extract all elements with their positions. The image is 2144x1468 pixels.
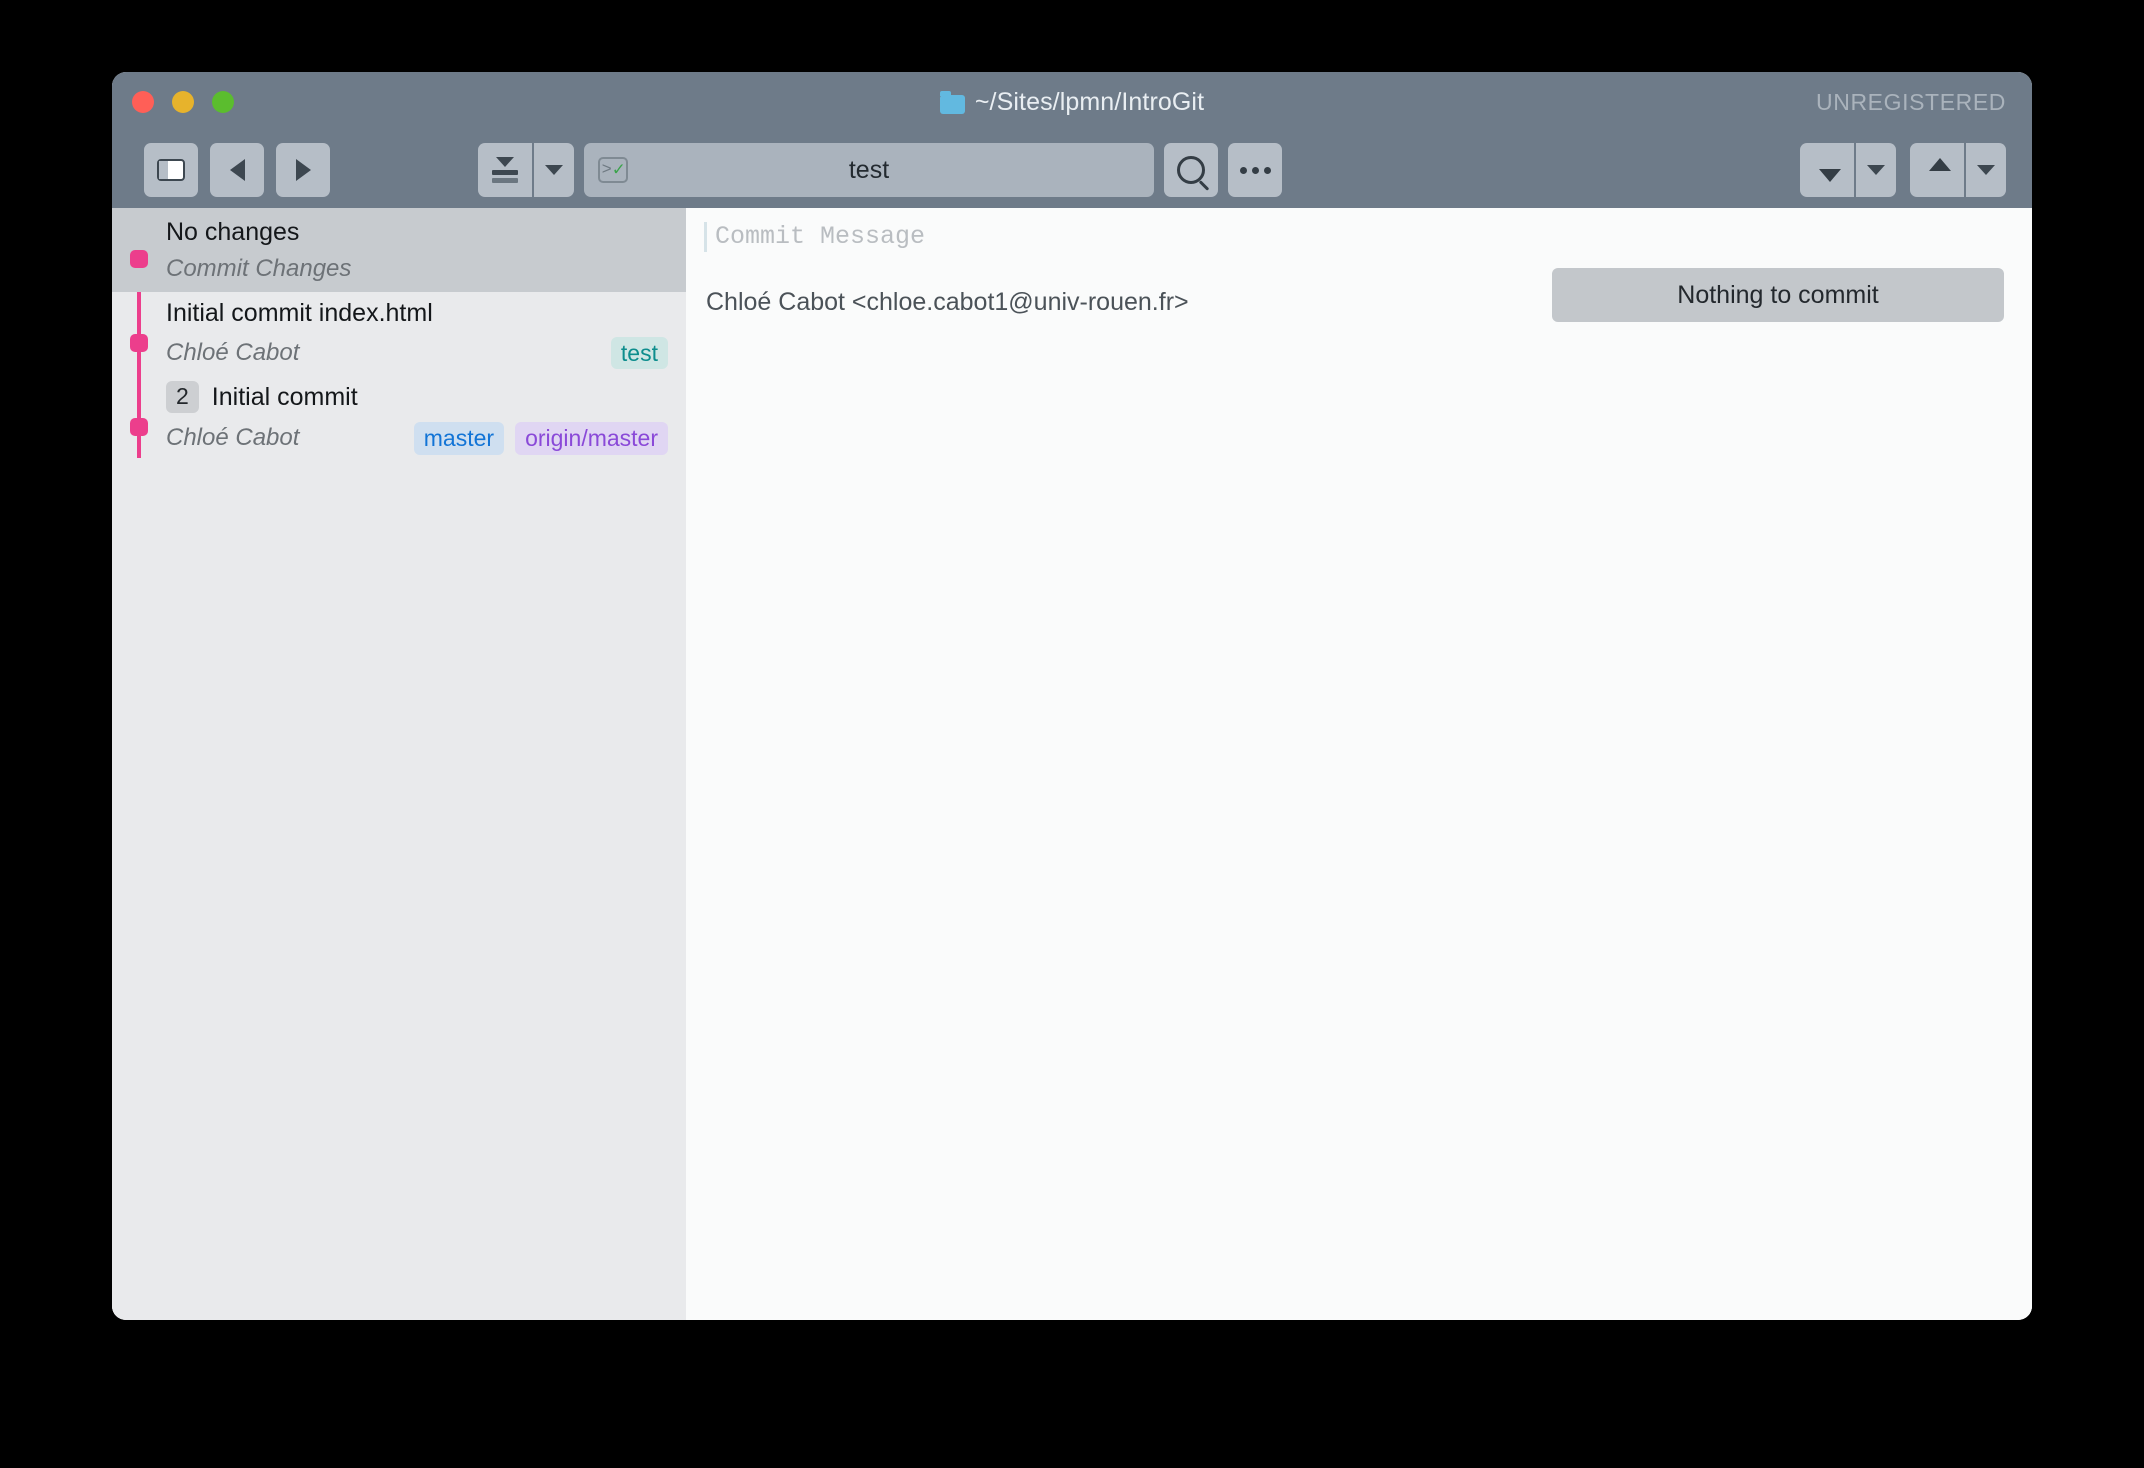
terminal-check-icon: > ✓ — [598, 157, 628, 183]
forward-arrow-icon — [295, 159, 311, 181]
commit-author: Chloé Cabot — [166, 424, 300, 452]
back-button[interactable] — [210, 143, 264, 197]
commit-button[interactable]: Nothing to commit — [1552, 268, 2004, 322]
commit-title: 2 Initial commit — [166, 381, 668, 414]
push-group — [1910, 143, 2006, 197]
commit-message-placeholder: Commit Message — [704, 222, 1394, 252]
toolbar-right-cluster — [1800, 143, 2006, 197]
ellipsis-icon — [1239, 166, 1271, 174]
commit-list-sidebar[interactable]: No changes Commit Changes Initial commit… — [112, 208, 686, 1320]
commit-title-text: Initial commit — [211, 382, 358, 411]
commit-subtitle: Chloé Cabot master origin/master — [166, 422, 668, 455]
commit-graph-node — [130, 418, 148, 436]
pull-group — [1800, 143, 1896, 197]
pull-button[interactable] — [1800, 143, 1854, 197]
commit-title-text: No changes — [166, 217, 300, 246]
branch-collapse-group — [478, 143, 574, 197]
commit-refs: test — [610, 336, 668, 370]
more-options-button[interactable] — [1228, 143, 1282, 197]
commit-author: Chloé Cabot — [166, 338, 300, 366]
toolbar-center-cluster: > ✓ test — [478, 143, 1282, 197]
commit-list-item[interactable]: 2 Initial commit Chloé Cabot master orig… — [112, 376, 686, 460]
sidebar-toggle-button[interactable] — [144, 143, 198, 197]
commit-title-text: Initial commit index.html — [166, 298, 433, 327]
license-status-label: UNREGISTERED — [1816, 89, 2006, 115]
commit-author-identity: Chloé Cabot <chloe.cabot1@univ-rouen.fr> — [706, 288, 1189, 316]
window-title-text: ~/Sites/lpmn/IntroGit — [974, 88, 1205, 116]
chevron-down-icon — [1977, 165, 1995, 175]
search-input-value: test — [848, 155, 890, 184]
commit-message-field[interactable]: Commit Message — [704, 222, 1394, 252]
branch-badge[interactable]: test — [610, 336, 668, 370]
commit-detail-panel: Commit Message Chloé Cabot <chloe.cabot1… — [686, 208, 2032, 1320]
pull-dropdown-button[interactable] — [1856, 143, 1896, 197]
title-bar: ~/Sites/lpmn/IntroGit UNREGISTERED — [112, 72, 2032, 132]
window-title: ~/Sites/lpmn/IntroGit — [112, 72, 2032, 132]
commit-author: Commit Changes — [166, 254, 352, 282]
search-button[interactable] — [1164, 143, 1218, 197]
toolbar: > ✓ test — [112, 132, 2032, 208]
main-body: No changes Commit Changes Initial commit… — [112, 208, 2032, 1320]
magnifier-icon — [1177, 156, 1205, 184]
toolbar-left-cluster — [144, 143, 330, 197]
commit-title: No changes — [166, 218, 668, 247]
search-input[interactable]: > ✓ test — [584, 143, 1154, 197]
commit-list-item[interactable]: No changes Commit Changes — [112, 208, 686, 292]
collapse-branches-button[interactable] — [478, 143, 532, 197]
commit-graph-node — [130, 334, 148, 352]
commit-graph-node — [130, 250, 148, 268]
branch-badge-master[interactable]: master — [413, 422, 505, 455]
commit-refs: master origin/master — [413, 422, 668, 455]
collapse-branches-dropdown-button[interactable] — [534, 143, 574, 197]
back-arrow-icon — [229, 159, 245, 181]
branch-collapse-icon — [492, 157, 518, 183]
chevron-down-icon — [545, 165, 563, 175]
push-button[interactable] — [1910, 143, 1964, 197]
commit-count-badge: 2 — [166, 381, 199, 414]
forward-button[interactable] — [276, 143, 330, 197]
branch-badge-origin-master[interactable]: origin/master — [515, 422, 668, 455]
commit-list-item[interactable]: Initial commit index.html Chloé Cabot te… — [112, 292, 686, 376]
commit-subtitle: Commit Changes — [166, 254, 668, 282]
push-dropdown-button[interactable] — [1966, 143, 2006, 197]
app-window: ~/Sites/lpmn/IntroGit UNREGISTERED > ✓ t… — [112, 72, 2032, 1320]
chevron-down-icon — [1867, 165, 1885, 175]
commit-subtitle: Chloé Cabot test — [166, 336, 668, 370]
folder-icon — [939, 90, 965, 114]
sidebar-toggle-icon — [157, 159, 185, 181]
commit-title: Initial commit index.html — [166, 299, 668, 328]
